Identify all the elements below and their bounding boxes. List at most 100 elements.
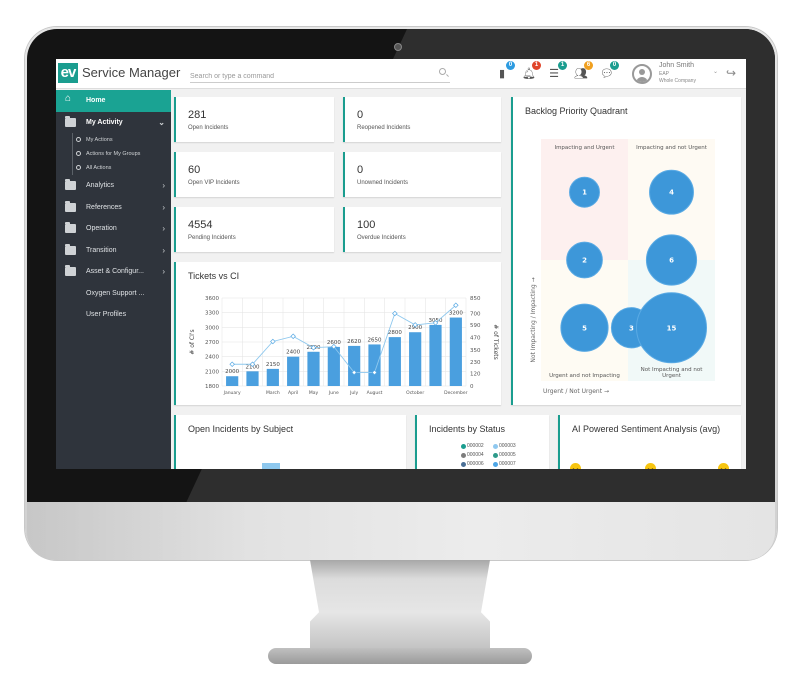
y2-tick-label: 700 bbox=[470, 312, 481, 318]
bell-icon[interactable]: 🔔︎ 1 bbox=[522, 61, 541, 80]
backlog-quadrant-chart: Impacting and Urgent Impacting and not Ur… bbox=[530, 139, 715, 395]
announcement-icon[interactable]: ▮ 0 bbox=[496, 61, 515, 80]
legend-item[interactable]: 000006 bbox=[461, 461, 484, 467]
sidebar-item-user-profiles[interactable]: User Profiles bbox=[56, 304, 171, 326]
sentiment-panel: AI Powered Sentiment Analysis (avg) bbox=[558, 415, 741, 469]
subject-bar[interactable] bbox=[262, 463, 280, 469]
quadrant-label: Urgent and not Impacting bbox=[549, 373, 620, 379]
y-tick-label: 3000 bbox=[205, 325, 219, 331]
y-axis-label: Not Impacting / Impacting → bbox=[530, 277, 537, 362]
sidebar-item-operation[interactable]: Operation › bbox=[56, 218, 171, 240]
sidebar-item-my-activity[interactable]: My Activity ⌄ bbox=[56, 112, 171, 134]
chevron-right-icon: › bbox=[162, 181, 165, 190]
sidebar-subitem-my-actions[interactable]: My Actions bbox=[56, 133, 171, 147]
stat-card-pending-incidents[interactable]: 4554 Pending Incidents bbox=[174, 207, 334, 252]
sidebar-item-references[interactable]: References › bbox=[56, 197, 171, 219]
stat-label: Open VIP Incidents bbox=[188, 180, 240, 186]
bar bbox=[388, 337, 401, 386]
y-tick-label: 3300 bbox=[205, 311, 219, 317]
avatar[interactable] bbox=[632, 64, 652, 84]
legend-label: 000004 bbox=[467, 452, 484, 458]
x-tick-label: March bbox=[266, 390, 280, 396]
legend-item[interactable]: 000002 bbox=[461, 443, 484, 449]
bar-data-label: 3200 bbox=[449, 311, 463, 317]
folder-icon bbox=[65, 243, 76, 255]
sidebar-item-label: Oxygen Support ... bbox=[86, 289, 145, 297]
sidebar-subitem-actions-for-my-groups[interactable]: Actions for My Groups bbox=[56, 147, 171, 161]
x-tick-label: July bbox=[349, 390, 358, 396]
bubble-label: 2 bbox=[582, 257, 587, 265]
bar bbox=[307, 351, 320, 386]
legend-swatch bbox=[493, 452, 498, 458]
camera-icon bbox=[394, 43, 402, 51]
folder-icon bbox=[65, 222, 76, 233]
legend-item[interactable]: 000005 bbox=[493, 452, 516, 458]
notification-badge: 6 bbox=[584, 61, 593, 70]
stat-card-open-incidents[interactable]: 281 Open Incidents bbox=[174, 97, 334, 142]
stat-card-unowned-incidents[interactable]: 0 Unowned Incidents bbox=[343, 152, 501, 197]
quadrant-label: Urgent bbox=[662, 373, 682, 379]
search-icon[interactable] bbox=[439, 68, 446, 75]
bar-data-label: 2000 bbox=[225, 369, 239, 375]
chevron-right-icon: › bbox=[162, 202, 165, 212]
bar bbox=[429, 324, 442, 386]
sidebar-subitem-all-actions[interactable]: All Actions bbox=[56, 161, 171, 175]
chat-icon[interactable]: 💬︎ 0 bbox=[600, 61, 619, 80]
sidebar-item-transition[interactable]: Transition › bbox=[56, 240, 171, 262]
sidebar-item-oxygen-support[interactable]: Oxygen Support ... bbox=[56, 283, 171, 305]
x-tick-label: May bbox=[309, 390, 319, 396]
legend-label: 000002 bbox=[467, 443, 484, 449]
top-bar: ev Service Manager ▮0 🔔︎1 ☰1 👥︎6 💬︎0 John Sm… bbox=[56, 59, 746, 89]
bar bbox=[348, 345, 361, 386]
x-tick-label: January bbox=[223, 390, 241, 396]
legend-item[interactable]: 000003 bbox=[493, 443, 516, 449]
list-icon[interactable]: ☰ 1 bbox=[548, 61, 567, 80]
stat-label: Unowned Incidents bbox=[357, 180, 409, 186]
legend-swatch bbox=[493, 443, 498, 449]
legend-item[interactable]: 000007 bbox=[493, 461, 516, 467]
neutral-face-icon bbox=[645, 463, 656, 469]
legend-swatch bbox=[461, 461, 466, 467]
legend-swatch bbox=[461, 452, 466, 458]
bubble-label: 6 bbox=[669, 257, 674, 265]
user-name[interactable]: John Smith bbox=[659, 62, 694, 69]
folder-icon bbox=[65, 265, 76, 276]
bar-data-label: 2150 bbox=[266, 362, 280, 368]
sidebar-item-label: Home bbox=[86, 97, 106, 105]
notification-badge: 0 bbox=[610, 61, 619, 70]
legend-label: 000003 bbox=[499, 443, 516, 449]
stat-card-open-vip-incidents[interactable]: 60 Open VIP Incidents bbox=[174, 152, 334, 197]
stat-value: 0 bbox=[357, 164, 364, 176]
y2-tick-label: 590 bbox=[470, 323, 481, 329]
logout-icon[interactable]: ↪ bbox=[726, 66, 736, 80]
line-point bbox=[290, 333, 296, 340]
panel-title: Incidents by Status bbox=[429, 424, 506, 434]
search-input[interactable] bbox=[190, 68, 426, 85]
monitor-mockup: ev Service Manager ▮0 🔔︎1 ☰1 👥︎6 💬︎0 John Sm… bbox=[0, 0, 800, 693]
bullet-icon bbox=[76, 165, 81, 170]
app-logo[interactable]: ev bbox=[58, 63, 78, 83]
folder-icon bbox=[65, 200, 76, 212]
sidebar-item-home[interactable]: ⌂ Home bbox=[56, 90, 171, 112]
bubble-label: 5 bbox=[582, 324, 587, 332]
stat-card-overdue-incidents[interactable]: 100 Overdue Incidents bbox=[343, 207, 501, 252]
legend-item[interactable]: 000004 bbox=[461, 452, 484, 458]
sidebar-item-label: Asset & Configur... bbox=[86, 268, 144, 276]
x-axis-label: Urgent / Not Urgent → bbox=[543, 388, 609, 395]
tickets-vs-ci-chart: 1800 2100 2400 2700 3000 3300 3600 0 120 230 350 47… bbox=[189, 296, 499, 396]
stat-value: 60 bbox=[188, 164, 201, 176]
line-point bbox=[229, 361, 235, 368]
panel-title: Tickets vs CI bbox=[188, 271, 240, 281]
sidebar-item-analytics[interactable]: Analytics › bbox=[56, 175, 171, 197]
bar bbox=[449, 317, 462, 386]
x-tick-label: October bbox=[406, 390, 424, 396]
stat-card-reopened-incidents[interactable]: 0 Reopened Incidents bbox=[343, 97, 501, 142]
chevron-down-icon[interactable]: ⌄ bbox=[713, 68, 718, 75]
chevron-right-icon: › bbox=[162, 224, 165, 233]
sidebar-item-asset-configuration[interactable]: Asset & Configur... › bbox=[56, 261, 171, 283]
group-icon[interactable]: 👥︎ 6 bbox=[574, 61, 593, 80]
legend-swatch bbox=[493, 461, 498, 467]
x-tick-label: April bbox=[288, 390, 298, 396]
sidebar-item-label: Transition bbox=[86, 246, 117, 254]
tickets-vs-ci-panel: Tickets vs CI 1800 2100 2400 2700 3000 3300 36… bbox=[174, 262, 501, 405]
